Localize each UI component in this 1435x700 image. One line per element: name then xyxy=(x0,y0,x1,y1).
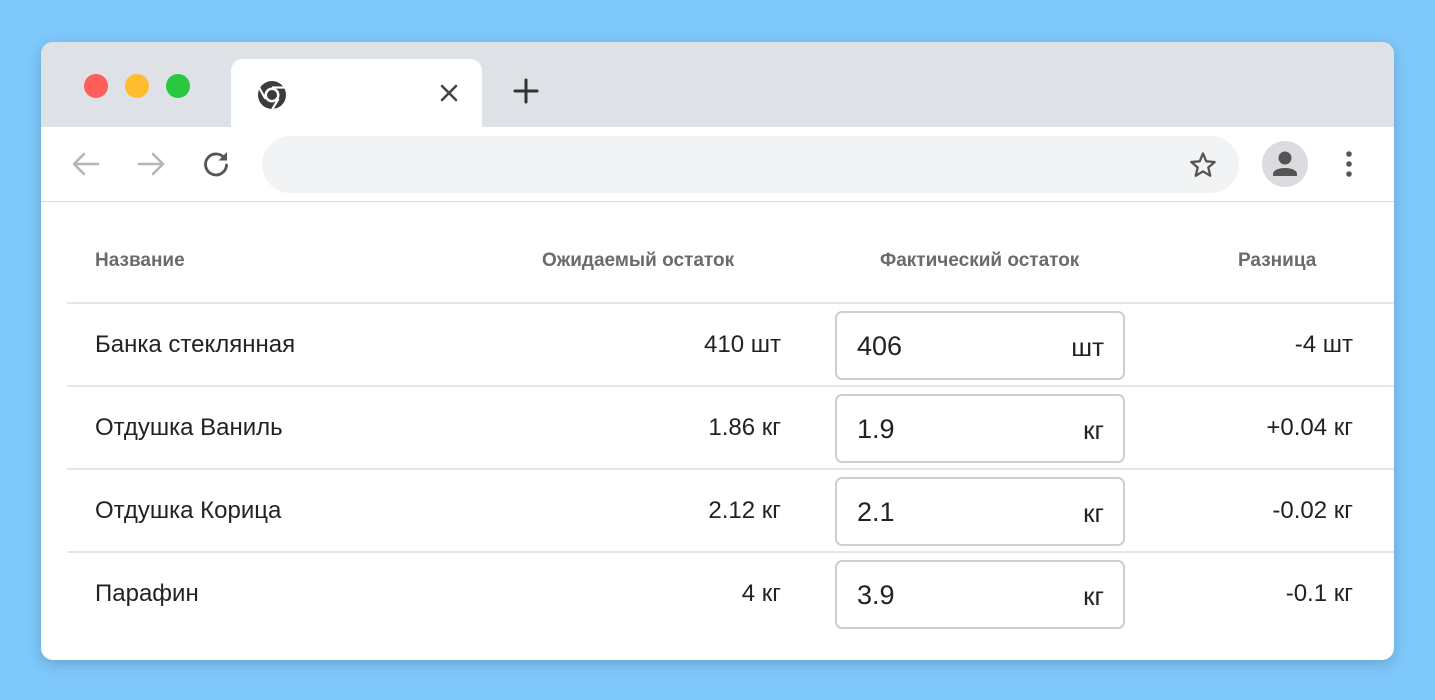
tab-strip xyxy=(41,42,1394,129)
profile-avatar-icon[interactable] xyxy=(1262,141,1308,187)
difference-value: -0.02 кг xyxy=(1272,497,1353,524)
new-tab-icon[interactable] xyxy=(511,76,541,106)
address-bar[interactable] xyxy=(262,136,1239,193)
table-row: Парафин 4 кг 3.9 кг -0.1 кг xyxy=(67,553,1394,636)
maximize-window-button[interactable] xyxy=(166,74,190,98)
inventory-table: Название Ожидаемый остаток Фактический о… xyxy=(41,202,1394,660)
item-name: Банка стеклянная xyxy=(95,331,296,358)
actual-quantity-unit: шт xyxy=(1071,332,1104,362)
actual-quantity-value: 406 xyxy=(857,331,903,361)
actual-quantity-unit: кг xyxy=(1083,581,1104,611)
table-row: Отдушка Ваниль 1.86 кг 1.9 кг +0.04 кг xyxy=(67,387,1394,470)
column-header-difference: Разница xyxy=(1238,250,1317,271)
expected-quantity: 1.86 кг xyxy=(708,414,781,441)
actual-quantity-input[interactable]: 2.1 кг xyxy=(835,477,1125,546)
difference-value: +0.04 кг xyxy=(1266,414,1353,441)
browser-tab[interactable] xyxy=(231,59,482,129)
forward-arrow-icon[interactable] xyxy=(134,147,168,181)
chrome-icon xyxy=(256,79,288,111)
expected-quantity: 4 кг xyxy=(741,580,781,607)
item-name: Отдушка Ваниль xyxy=(95,414,283,441)
actual-quantity-unit: кг xyxy=(1083,498,1104,528)
close-window-button[interactable] xyxy=(84,74,108,98)
item-name: Парафин xyxy=(95,580,199,607)
actual-quantity-input[interactable]: 1.9 кг xyxy=(835,394,1125,463)
more-menu-icon[interactable] xyxy=(1334,147,1364,181)
bookmark-star-icon[interactable] xyxy=(1187,149,1219,181)
minimize-window-button[interactable] xyxy=(125,74,149,98)
browser-toolbar xyxy=(41,127,1394,202)
actual-quantity-value: 2.1 xyxy=(857,497,895,527)
table-header: Название Ожидаемый остаток Фактический о… xyxy=(67,202,1394,304)
table-row: Банка стеклянная 410 шт 406 шт -4 шт xyxy=(67,304,1394,387)
expected-quantity: 410 шт xyxy=(704,331,781,358)
difference-value: -4 шт xyxy=(1294,331,1353,358)
table-row: Отдушка Корица 2.12 кг 2.1 кг -0.02 кг xyxy=(67,470,1394,553)
browser-window: Название Ожидаемый остаток Фактический о… xyxy=(41,42,1394,660)
close-tab-icon[interactable] xyxy=(435,79,463,107)
actual-quantity-unit: кг xyxy=(1083,415,1104,445)
actual-quantity-input[interactable]: 3.9 кг xyxy=(835,560,1125,629)
actual-quantity-value: 3.9 xyxy=(857,580,895,610)
column-header-expected: Ожидаемый остаток xyxy=(542,250,735,271)
back-arrow-icon[interactable] xyxy=(69,147,103,181)
column-header-actual: Фактический остаток xyxy=(880,250,1080,271)
expected-quantity: 2.12 кг xyxy=(708,497,781,524)
item-name: Отдушка Корица xyxy=(95,497,282,524)
actual-quantity-input[interactable]: 406 шт xyxy=(835,311,1125,380)
reload-icon[interactable] xyxy=(199,147,233,181)
actual-quantity-value: 1.9 xyxy=(857,414,895,444)
column-header-name: Название xyxy=(95,250,185,271)
difference-value: -0.1 кг xyxy=(1285,580,1353,607)
